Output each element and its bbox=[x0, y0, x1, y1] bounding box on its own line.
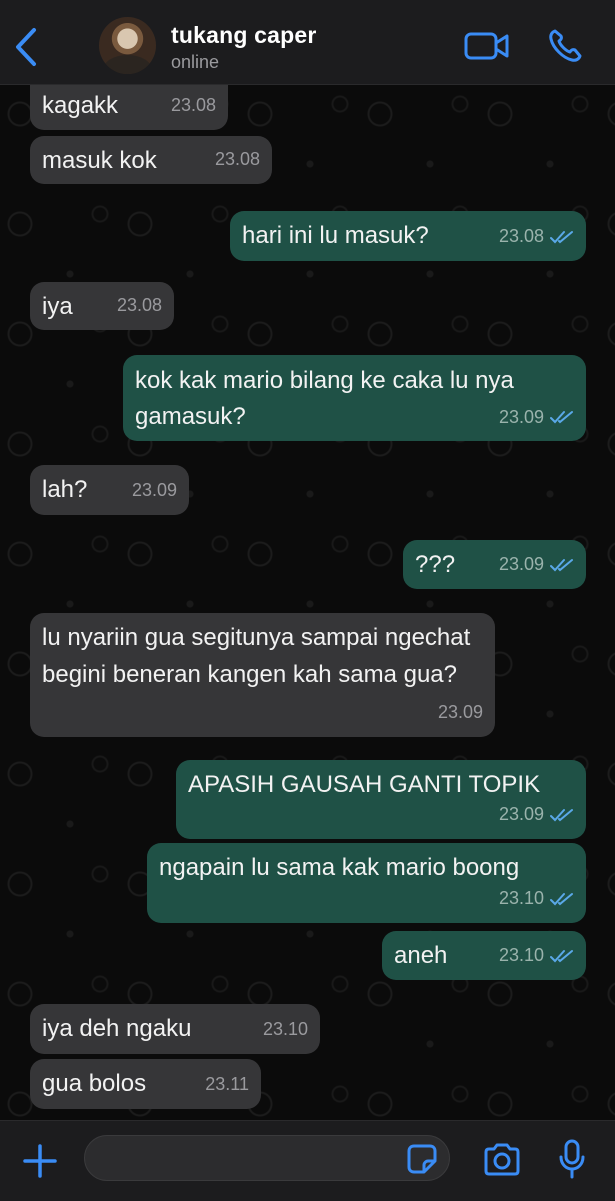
message-meta: 23.08 bbox=[171, 87, 216, 124]
message-incoming[interactable]: kagakk 23.08 bbox=[30, 84, 228, 130]
plus-icon bbox=[23, 1144, 57, 1178]
message-meta: 23.11 bbox=[205, 1066, 249, 1103]
message-meta: 23.10 bbox=[499, 880, 574, 917]
message-meta: 23.08 bbox=[117, 287, 162, 324]
message-time: 23.09 bbox=[498, 554, 544, 574]
phone-icon bbox=[549, 29, 582, 62]
contact-name[interactable]: tukang caper bbox=[171, 22, 317, 49]
message-time: 23.09 bbox=[498, 407, 544, 427]
message-incoming[interactable]: masuk kok 23.08 bbox=[30, 136, 272, 184]
chevron-left-icon bbox=[16, 28, 36, 66]
message-time: 23.11 bbox=[205, 1074, 249, 1094]
chat-header: tukang caper online bbox=[0, 0, 615, 85]
message-time: 23.08 bbox=[214, 149, 260, 169]
message-outgoing[interactable]: kok kak mario bilang ke caka lu nya gama… bbox=[123, 355, 586, 441]
message-outgoing[interactable]: hari ini lu masuk? 23.08 bbox=[230, 211, 586, 261]
contact-status: online bbox=[171, 52, 220, 72]
message-outgoing[interactable]: APASIH GAUSAH GANTI TOPIK 23.09 bbox=[176, 760, 586, 839]
camera-icon bbox=[484, 1143, 520, 1176]
message-time: 23.08 bbox=[170, 95, 216, 115]
message-outgoing[interactable]: ngapain lu sama kak mario boong 23.10 bbox=[147, 843, 586, 923]
camera-button[interactable] bbox=[482, 1143, 522, 1177]
message-time: 23.09 bbox=[498, 804, 544, 824]
voice-call-button[interactable] bbox=[547, 28, 583, 64]
message-incoming[interactable]: lu nyariin gua segitunya sampai ngechat … bbox=[30, 613, 495, 737]
read-receipt-icon bbox=[550, 411, 573, 424]
message-input[interactable] bbox=[84, 1135, 450, 1181]
message-time: 23.10 bbox=[498, 888, 544, 908]
sticker-icon bbox=[407, 1144, 437, 1174]
message-meta: 23.08 bbox=[499, 218, 574, 255]
composer-bar bbox=[0, 1120, 615, 1201]
read-receipt-icon bbox=[550, 892, 573, 905]
video-call-icon bbox=[464, 32, 509, 60]
attach-button[interactable] bbox=[22, 1143, 58, 1179]
message-incoming[interactable]: iya 23.08 bbox=[30, 282, 174, 330]
message-time: 23.10 bbox=[498, 945, 544, 965]
message-incoming[interactable]: iya deh ngaku 23.10 bbox=[30, 1004, 320, 1054]
read-receipt-icon bbox=[550, 230, 573, 243]
message-time: 23.08 bbox=[116, 295, 162, 315]
video-call-button[interactable] bbox=[464, 30, 510, 62]
message-meta: 23.10 bbox=[263, 1011, 308, 1048]
message-time: 23.10 bbox=[262, 1019, 308, 1039]
message-incoming[interactable]: lah? 23.09 bbox=[30, 465, 189, 515]
message-meta: 23.09 bbox=[132, 472, 177, 509]
avatar[interactable] bbox=[99, 17, 156, 74]
sticker-button[interactable] bbox=[406, 1143, 438, 1175]
message-time: 23.08 bbox=[498, 226, 544, 246]
message-meta: 23.09 bbox=[499, 796, 574, 833]
read-receipt-icon bbox=[550, 808, 573, 821]
read-receipt-icon bbox=[550, 558, 573, 571]
microphone-icon bbox=[559, 1139, 585, 1179]
message-incoming[interactable]: gua bolos 23.11 bbox=[30, 1059, 261, 1109]
message-outgoing[interactable]: aneh 23.10 bbox=[382, 931, 586, 980]
back-button[interactable] bbox=[10, 24, 44, 70]
message-time: 23.09 bbox=[437, 702, 483, 722]
message-text: lu nyariin gua segitunya sampai ngechat … bbox=[42, 624, 471, 688]
message-meta: 23.09 bbox=[499, 546, 574, 583]
chat-area[interactable]: kagakk 23.08 masuk kok 23.08 hari ini lu… bbox=[0, 84, 615, 1120]
message-outgoing[interactable]: ??? 23.09 bbox=[403, 540, 586, 589]
message-meta: 23.08 bbox=[215, 141, 260, 178]
message-time: 23.09 bbox=[131, 480, 177, 500]
message-meta: 23.10 bbox=[499, 937, 574, 974]
message-meta: 23.09 bbox=[438, 694, 483, 731]
read-receipt-icon bbox=[550, 949, 573, 962]
microphone-button[interactable] bbox=[558, 1139, 586, 1179]
message-meta: 23.09 bbox=[499, 399, 574, 435]
